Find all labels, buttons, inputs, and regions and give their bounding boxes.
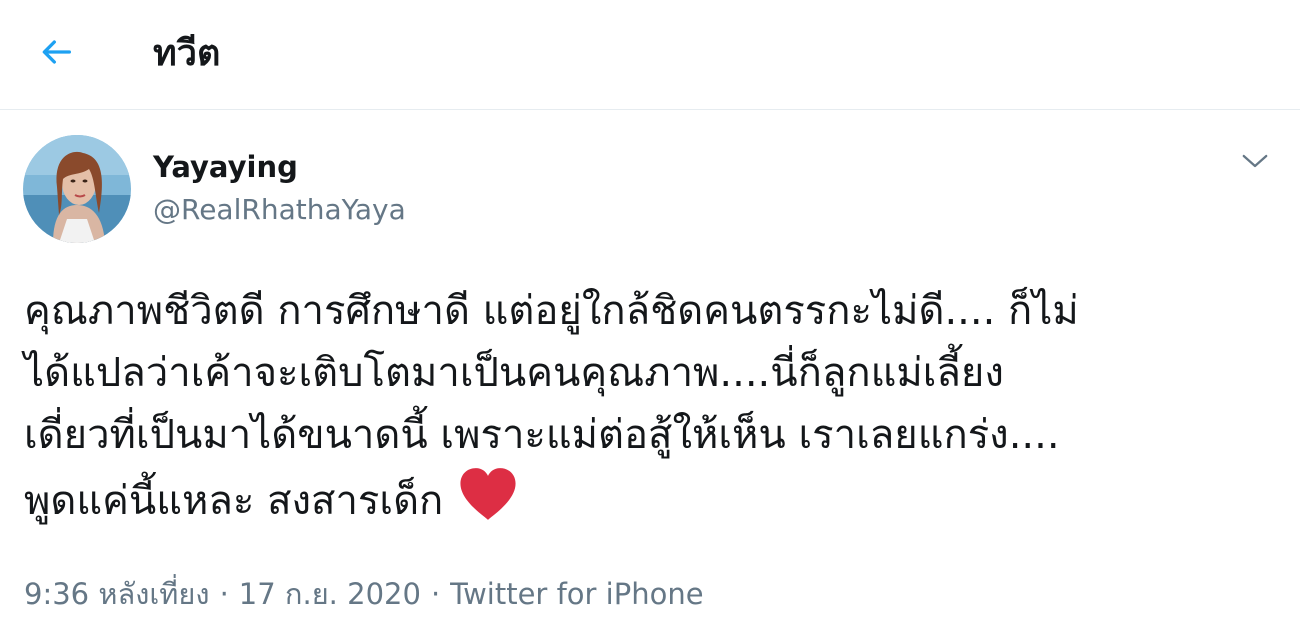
meta-separator: · bbox=[219, 577, 229, 611]
tweet-text-line: คุณภาพชีวิตดี การศึกษาดี แต่อยู่ใกล้ชิดค… bbox=[24, 288, 1079, 334]
back-button[interactable] bbox=[28, 26, 84, 82]
chevron-down-icon bbox=[1240, 146, 1270, 180]
tweet-meta: 9:36 หลังเที่ยง · 17 ก.ย. 2020 · Twitter for… bbox=[24, 574, 704, 614]
heart-icon bbox=[457, 466, 519, 522]
tweet-text-last: พูดแค่นี้แหละ สงสารเด็ก bbox=[24, 478, 444, 524]
tweet-text-line-last: พูดแค่นี้แหละ สงสารเด็ก bbox=[24, 466, 1274, 528]
top-bar: ทวีต bbox=[0, 0, 1300, 110]
page-title: ทวีต bbox=[153, 33, 221, 74]
tweet-menu-button[interactable] bbox=[1232, 140, 1278, 186]
tweet-text-line: ได้แปลว่าเค้าจะเติบโตมาเป็นคนคุณภาพ....น… bbox=[24, 350, 1004, 396]
tweet-source[interactable]: Twitter for iPhone bbox=[450, 577, 703, 611]
avatar[interactable] bbox=[23, 135, 131, 243]
arrow-left-icon bbox=[36, 32, 76, 76]
author-handle[interactable]: @RealRhathaYaya bbox=[153, 192, 406, 228]
tweet-date[interactable]: 17 ก.ย. 2020 bbox=[239, 577, 421, 611]
tweet-time[interactable]: 9:36 หลังเที่ยง bbox=[24, 577, 210, 611]
author-display-name[interactable]: Yayaying bbox=[153, 148, 298, 186]
meta-separator: · bbox=[430, 577, 441, 611]
tweet-text: คุณภาพชีวิตดี การศึกษาดี แต่อยู่ใกล้ชิดค… bbox=[24, 280, 1274, 528]
tweet-text-line: เดี่ยวที่เป็นมาได้ขนาดนี้ เพราะแม่ต่อสู้… bbox=[24, 412, 1060, 458]
